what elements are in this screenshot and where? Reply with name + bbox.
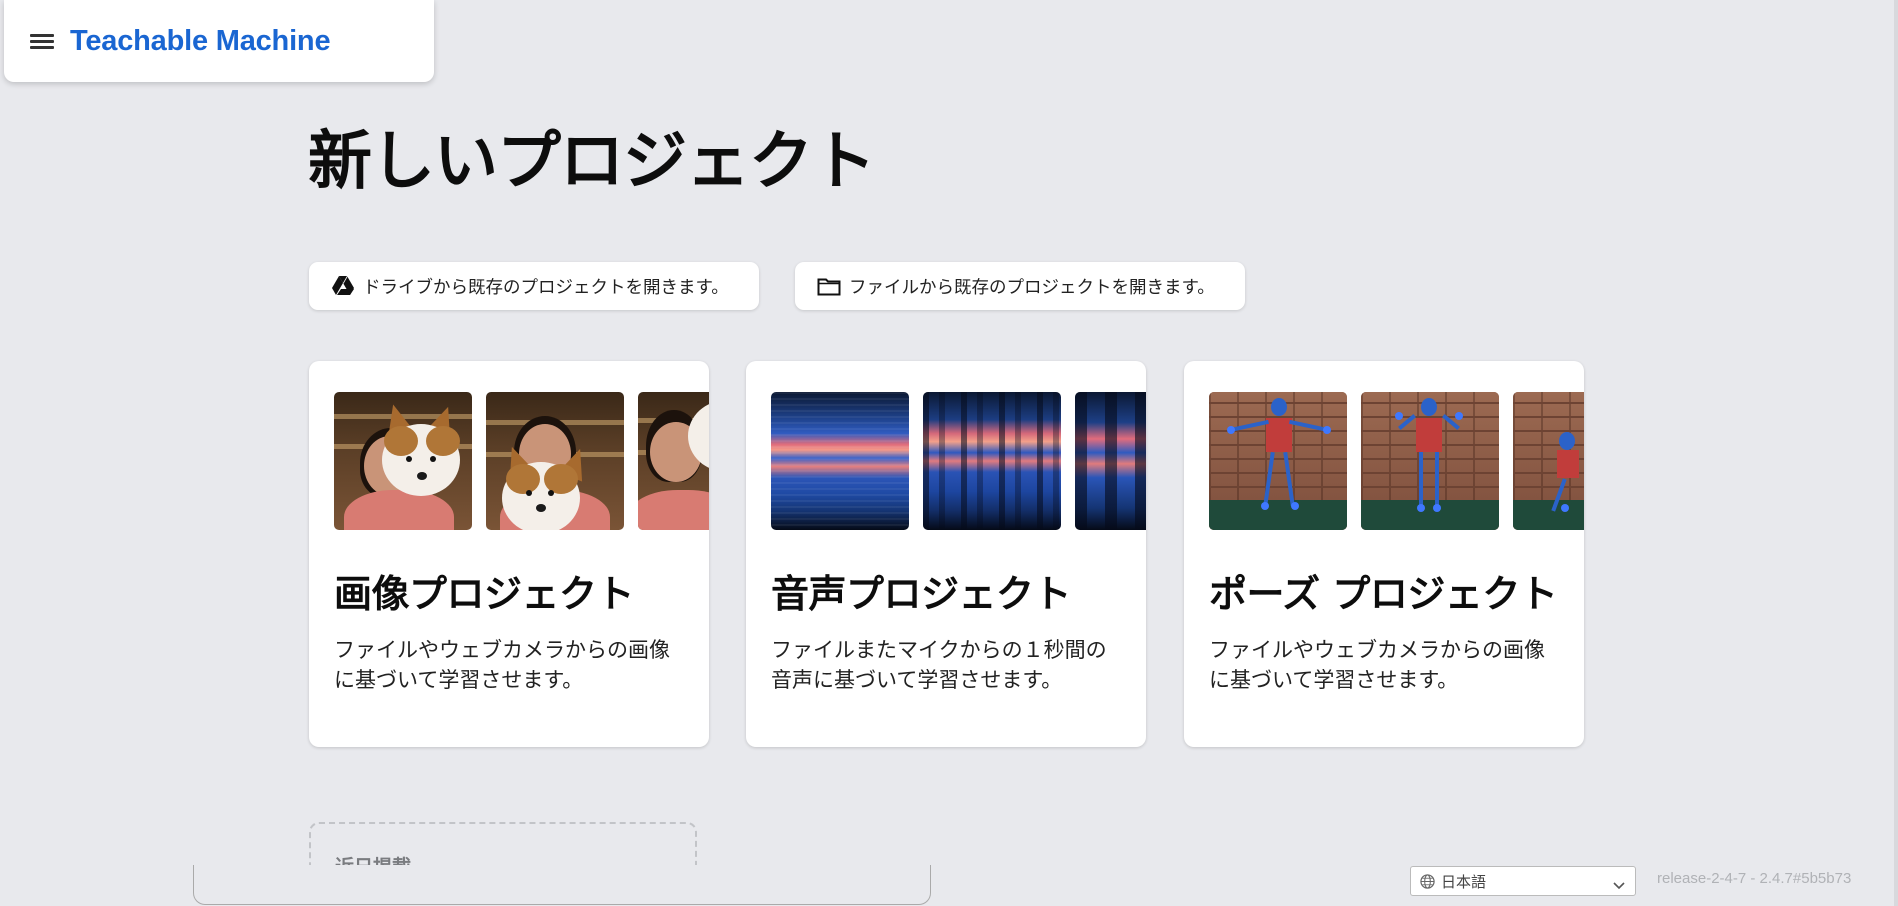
- footer-panel: [193, 865, 931, 905]
- thumbnail-pose: [1209, 392, 1347, 530]
- page-title: 新しいプロジェクト: [308, 125, 876, 199]
- chevron-down-icon: [1613, 876, 1625, 894]
- language-select[interactable]: 日本語: [1410, 866, 1636, 896]
- app-title[interactable]: Teachable Machine: [70, 25, 331, 58]
- audio-project-thumbnails: [771, 392, 1146, 531]
- thumbnail-pose: [1513, 392, 1584, 530]
- project-description: ファイルやウェブカメラからの画像に基づいて学習させます。: [334, 638, 670, 692]
- thumbnail-image: [486, 392, 624, 530]
- open-from-file-button[interactable]: ファイルから既存のプロジェクトを開きます。: [795, 262, 1245, 310]
- thumbnail-spectrogram: [923, 392, 1061, 530]
- open-from-drive-button[interactable]: ドライブから既存のプロジェクトを開きます。: [309, 262, 759, 310]
- project-title: ポーズ プロジェクト: [1209, 572, 1558, 616]
- google-drive-icon: [331, 275, 355, 297]
- hamburger-menu-icon[interactable]: [30, 31, 56, 51]
- project-title: 音声プロジェクト: [771, 572, 1072, 616]
- project-title: 画像プロジェクト: [334, 572, 635, 616]
- open-from-file-label: ファイルから既存のプロジェクトを開きます。: [849, 277, 1215, 298]
- scrollbar-track[interactable]: [1894, 0, 1898, 906]
- pose-project-thumbnails: [1209, 392, 1584, 531]
- thumbnail-spectrogram: [771, 392, 909, 530]
- version-label: release-2-4-7 - 2.4.7#5b5b73: [1657, 870, 1852, 887]
- language-select-value: 日本語: [1441, 872, 1487, 891]
- open-from-drive-label: ドライブから既存のプロジェクトを開きます。: [363, 277, 729, 298]
- thumbnail-spectrogram: [1075, 392, 1146, 530]
- image-project-thumbnails: [334, 392, 709, 531]
- app-header: Teachable Machine: [4, 0, 434, 82]
- audio-project-card[interactable]: 音声プロジェクト ファイルまたマイクからの１秒間の音声に基づいて学習させます。: [746, 361, 1146, 747]
- thumbnail-image: [334, 392, 472, 530]
- pose-project-card[interactable]: ポーズ プロジェクト ファイルやウェブカメラからの画像に基づいて学習させます。: [1184, 361, 1584, 747]
- project-description: ファイルやウェブカメラからの画像に基づいて学習させます。: [1209, 638, 1545, 692]
- thumbnail-pose: [1361, 392, 1499, 530]
- globe-icon: [1420, 873, 1435, 889]
- folder-icon: [817, 275, 841, 297]
- project-description: ファイルまたマイクからの１秒間の音声に基づいて学習させます。: [771, 638, 1107, 692]
- thumbnail-image: [638, 392, 709, 530]
- image-project-card[interactable]: 画像プロジェクト ファイルやウェブカメラからの画像に基づいて学習させます。: [309, 361, 709, 747]
